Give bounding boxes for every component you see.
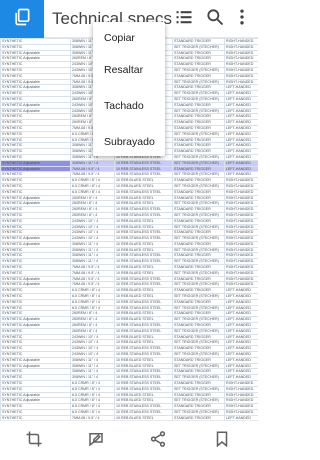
- share-button[interactable]: [148, 430, 168, 453]
- table-cell: SET TRIGGER (STECHER): [172, 339, 225, 347]
- table-cell: RIGHT-HANDED: [224, 188, 258, 196]
- annotate-button[interactable]: [86, 431, 106, 451]
- table-cell: RIGHT-HANDED: [224, 385, 258, 393]
- table-cell: SET TRIGGER (STECHER): [172, 130, 225, 138]
- table-cell: SET TRIGGER (STECHER): [172, 409, 225, 416]
- table-cell: RIGHT-HANDED: [224, 252, 258, 260]
- table-cell: SET TRIGGER (STECHER): [172, 327, 225, 335]
- table-cell: RIGHT-HANDED: [224, 49, 258, 57]
- text-selection-menu: Copiar Resaltar Tachado Subrayado: [93, 22, 165, 156]
- table-cell: RIGHT-HANDED: [224, 229, 258, 237]
- bottom-toolbar: [0, 420, 258, 460]
- table-cell: SET TRIGGER (STECHER): [172, 182, 225, 190]
- table-cell: RIGHT-HANDED: [224, 38, 258, 45]
- list-button[interactable]: [172, 7, 196, 31]
- table-cell: SET TRIGGER (STECHER): [172, 90, 225, 97]
- crop-icon: [25, 430, 43, 453]
- table-cell: SET TRIGGER (STECHER): [172, 78, 225, 86]
- table-cell: SET TRIGGER (STECHER): [172, 397, 225, 405]
- share-icon: [149, 430, 167, 453]
- table-cell: RIGHT-HANDED: [224, 397, 258, 405]
- menu-item-highlight[interactable]: Resaltar: [93, 52, 165, 88]
- table-cell: RIGHT-HANDED: [224, 200, 258, 208]
- table-cell: RIGHT-HANDED: [224, 240, 258, 248]
- table-cell: SET TRIGGER (STECHER): [172, 281, 225, 289]
- table-cell: SET TRIGGER (STECHER): [172, 223, 225, 231]
- crop-button[interactable]: [24, 431, 44, 451]
- annotate-icon: [87, 430, 105, 453]
- table-cell: RIGHT-HANDED: [224, 269, 258, 277]
- table-cell: SET TRIGGER (STECHER): [172, 258, 225, 266]
- table-cell: SET TRIGGER (STECHER): [172, 159, 225, 167]
- list-icon: [174, 7, 194, 32]
- table-cell: RIGHT-HANDED: [224, 43, 258, 51]
- table-cell: SET TRIGGER (STECHER): [172, 374, 225, 381]
- table-cell: SET TRIGGER (STECHER): [172, 95, 225, 103]
- table-cell: RIGHT-HANDED: [224, 55, 258, 63]
- menu-item-underline[interactable]: Subrayado: [93, 124, 165, 160]
- table-cell: RIGHT-HANDED: [224, 403, 258, 410]
- table-cell: SET TRIGGER (STECHER): [172, 362, 225, 370]
- table-cell: SET TRIGGER (STECHER): [172, 211, 225, 219]
- table-cell: SET TRIGGER (STECHER): [172, 385, 225, 393]
- table-cell: SET TRIGGER (STECHER): [172, 269, 225, 277]
- table-cell: SET TRIGGER (STECHER): [172, 246, 225, 254]
- table-cell: SET TRIGGER (STECHER): [172, 200, 225, 208]
- search-icon: [205, 7, 225, 32]
- bookmark-button[interactable]: [212, 431, 232, 451]
- bookmark-icon: [213, 430, 231, 453]
- table-cell: RIGHT-HANDED: [224, 223, 258, 231]
- table-cell: RIGHT-HANDED: [224, 235, 258, 242]
- table-cell: RIGHT-HANDED: [224, 409, 258, 416]
- table-cell: RIGHT-HANDED: [224, 182, 258, 190]
- table-cell: RIGHT-HANDED: [224, 258, 258, 266]
- table-cell: SET TRIGGER (STECHER): [172, 293, 225, 300]
- table-cell: RIGHT-HANDED: [224, 194, 258, 202]
- table-cell: SET TRIGGER (STECHER): [172, 235, 225, 242]
- table-cell: SET TRIGGER (STECHER): [172, 153, 225, 161]
- menu-item-strikethrough[interactable]: Tachado: [93, 88, 165, 124]
- table-cell: RIGHT-HANDED: [224, 67, 258, 74]
- table-cell: RIGHT-HANDED: [224, 246, 258, 254]
- table-cell: RIGHT-HANDED: [224, 72, 258, 80]
- table-cell: RIGHT-HANDED: [224, 61, 258, 68]
- documents-logo-icon: [12, 7, 32, 32]
- table-cell: RIGHT-HANDED: [224, 217, 258, 225]
- table-cell: RIGHT-HANDED: [224, 206, 258, 213]
- table-cell: SET TRIGGER (STECHER): [172, 67, 225, 74]
- more-vert-icon: [232, 7, 252, 32]
- table-cell: RIGHT-HANDED: [224, 391, 258, 399]
- table-cell: RIGHT-HANDED: [224, 211, 258, 219]
- table-cell: SET TRIGGER (STECHER): [172, 304, 225, 312]
- documents-logo-button[interactable]: [0, 0, 44, 38]
- table-cell: SET TRIGGER (STECHER): [172, 107, 225, 115]
- table-cell: RIGHT-HANDED: [224, 78, 258, 86]
- table-cell: SET TRIGGER (STECHER): [172, 43, 225, 51]
- table-cell: SET TRIGGER (STECHER): [172, 316, 225, 324]
- table-cell: RIGHT-HANDED: [224, 264, 258, 271]
- table-cell: SET TRIGGER (STECHER): [172, 171, 225, 179]
- table-cell: RIGHT-HANDED: [224, 275, 258, 283]
- table-cell: RIGHT-HANDED: [224, 281, 258, 289]
- table-cell: RIGHT-HANDED: [224, 380, 258, 387]
- table-cell: RIGHT-HANDED: [224, 177, 258, 184]
- search-button[interactable]: [203, 7, 227, 31]
- table-cell: SET TRIGGER (STECHER): [172, 351, 225, 358]
- menu-item-copy[interactable]: Copiar: [93, 22, 165, 52]
- more-options-button[interactable]: [230, 7, 254, 31]
